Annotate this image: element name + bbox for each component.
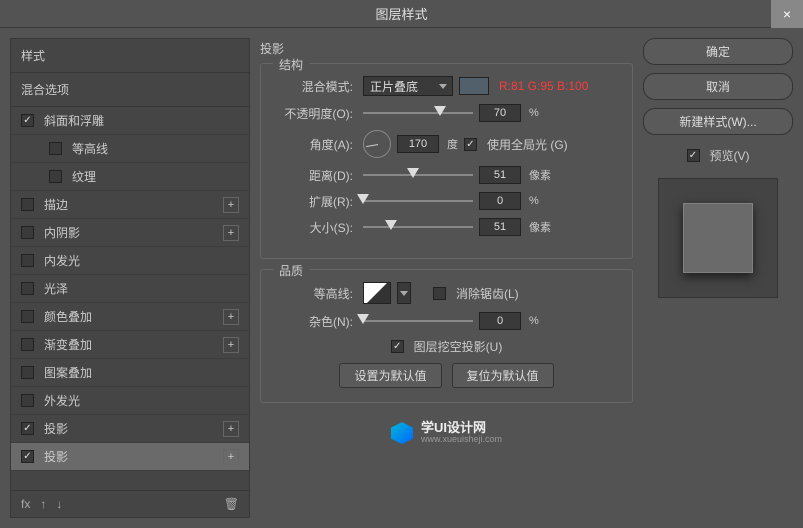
- cancel-button[interactable]: 取消: [643, 73, 793, 100]
- plus-icon[interactable]: +: [223, 449, 239, 465]
- plus-icon[interactable]: +: [223, 309, 239, 325]
- arrow-up-icon[interactable]: ↑: [40, 497, 46, 511]
- action-panel: 确定 取消 新建样式(W)... 预览(V): [643, 38, 793, 518]
- antialias-label: 消除锯齿(L): [456, 285, 519, 302]
- settings-panel: 投影 结构 混合模式: 正片叠底 R:81 G:95 B:100 不透明度(O)…: [260, 38, 633, 518]
- distance-slider[interactable]: [363, 167, 473, 183]
- dialog-title: 图层样式: [375, 4, 427, 23]
- global-light-label: 使用全局光 (G): [487, 136, 568, 153]
- style-item-bevel[interactable]: 斜面和浮雕: [11, 107, 249, 135]
- checkbox-icon[interactable]: [21, 226, 34, 239]
- distance-input[interactable]: [479, 166, 521, 184]
- opacity-input[interactable]: [479, 104, 521, 122]
- style-item-contour[interactable]: 等高线: [11, 135, 249, 163]
- preview-checkbox[interactable]: [687, 149, 700, 162]
- make-default-button[interactable]: 设置为默认值: [339, 363, 441, 388]
- styles-panel: 样式 混合选项 斜面和浮雕 等高线 纹理 描边+ 内阴影+ 内发光 光泽 颜色叠…: [10, 38, 250, 518]
- structure-group: 结构 混合模式: 正片叠底 R:81 G:95 B:100 不透明度(O): %…: [260, 63, 633, 259]
- layer-style-dialog: 图层样式 × 样式 混合选项 斜面和浮雕 等高线 纹理 描边+ 内阴影+ 内发光…: [0, 0, 803, 528]
- color-readout: R:81 G:95 B:100: [499, 79, 588, 93]
- checkbox-icon[interactable]: [21, 254, 34, 267]
- styles-header[interactable]: 样式: [11, 39, 249, 73]
- opacity-slider[interactable]: [363, 105, 473, 121]
- watermark: 学UI设计网 www.xueuisheji.com: [260, 421, 633, 445]
- checkbox-icon[interactable]: [21, 198, 34, 211]
- blend-mode-dropdown[interactable]: 正片叠底: [363, 76, 453, 96]
- style-item-drop-shadow-2[interactable]: 投影+: [11, 443, 249, 471]
- trash-icon[interactable]: 🗑: [224, 497, 239, 511]
- watermark-logo-icon: [391, 422, 413, 444]
- angle-dial[interactable]: [363, 130, 391, 158]
- plus-icon[interactable]: +: [223, 421, 239, 437]
- style-item-texture[interactable]: 纹理: [11, 163, 249, 191]
- plus-icon[interactable]: +: [223, 225, 239, 241]
- checkbox-icon[interactable]: [49, 170, 62, 183]
- angle-label: 角度(A):: [275, 136, 353, 153]
- spread-input[interactable]: [479, 192, 521, 210]
- size-input[interactable]: [479, 218, 521, 236]
- style-item-gradient-overlay[interactable]: 渐变叠加+: [11, 331, 249, 359]
- plus-icon[interactable]: +: [223, 197, 239, 213]
- spread-label: 扩展(R):: [275, 193, 353, 210]
- checkbox-icon[interactable]: [21, 422, 34, 435]
- checkbox-icon[interactable]: [49, 142, 62, 155]
- preview-label: 预览(V): [710, 147, 750, 164]
- structure-legend: 结构: [273, 56, 309, 73]
- noise-slider[interactable]: [363, 313, 473, 329]
- ok-button[interactable]: 确定: [643, 38, 793, 65]
- styles-footer: fx ↑ ↓ 🗑: [11, 490, 249, 517]
- plus-icon[interactable]: +: [223, 337, 239, 353]
- size-label: 大小(S):: [275, 219, 353, 236]
- contour-label: 等高线:: [275, 285, 353, 302]
- style-item-pattern-overlay[interactable]: 图案叠加: [11, 359, 249, 387]
- preview-thumbnail: [683, 203, 753, 273]
- opacity-label: 不透明度(O):: [275, 105, 353, 122]
- panel-title: 投影: [260, 38, 633, 63]
- style-list: 斜面和浮雕 等高线 纹理 描边+ 内阴影+ 内发光 光泽 颜色叠加+ 渐变叠加+…: [11, 107, 249, 490]
- style-item-color-overlay[interactable]: 颜色叠加+: [11, 303, 249, 331]
- close-button[interactable]: ×: [771, 0, 803, 28]
- checkbox-icon[interactable]: [21, 366, 34, 379]
- checkbox-icon[interactable]: [21, 450, 34, 463]
- style-item-satin[interactable]: 光泽: [11, 275, 249, 303]
- style-item-outer-glow[interactable]: 外发光: [11, 387, 249, 415]
- checkbox-icon[interactable]: [21, 282, 34, 295]
- titlebar: 图层样式 ×: [0, 0, 803, 28]
- size-slider[interactable]: [363, 219, 473, 235]
- style-item-inner-glow[interactable]: 内发光: [11, 247, 249, 275]
- knockout-checkbox[interactable]: [391, 340, 404, 353]
- blend-mode-label: 混合模式:: [275, 78, 353, 95]
- checkbox-icon[interactable]: [21, 114, 34, 127]
- style-item-inner-shadow[interactable]: 内阴影+: [11, 219, 249, 247]
- checkbox-icon[interactable]: [21, 310, 34, 323]
- new-style-button[interactable]: 新建样式(W)...: [643, 108, 793, 135]
- checkbox-icon[interactable]: [21, 338, 34, 351]
- spread-slider[interactable]: [363, 193, 473, 209]
- reset-default-button[interactable]: 复位为默认值: [452, 363, 554, 388]
- angle-input[interactable]: [397, 135, 439, 153]
- style-item-drop-shadow-1[interactable]: 投影+: [11, 415, 249, 443]
- knockout-label: 图层挖空投影(U): [414, 338, 503, 355]
- checkbox-icon[interactable]: [21, 394, 34, 407]
- contour-picker[interactable]: [363, 282, 391, 304]
- distance-label: 距离(D):: [275, 167, 353, 184]
- dialog-body: 样式 混合选项 斜面和浮雕 等高线 纹理 描边+ 内阴影+ 内发光 光泽 颜色叠…: [0, 28, 803, 528]
- preview-box: [658, 178, 778, 298]
- color-swatch[interactable]: [459, 77, 489, 95]
- contour-dropdown-icon[interactable]: [397, 282, 411, 304]
- arrow-down-icon[interactable]: ↓: [56, 497, 62, 511]
- quality-group: 品质 等高线: 消除锯齿(L) 杂色(N): % 图层挖: [260, 269, 633, 403]
- style-item-stroke[interactable]: 描边+: [11, 191, 249, 219]
- noise-input[interactable]: [479, 312, 521, 330]
- antialias-checkbox[interactable]: [433, 287, 446, 300]
- quality-legend: 品质: [273, 262, 309, 279]
- blending-options-header[interactable]: 混合选项: [11, 73, 249, 107]
- global-light-checkbox[interactable]: [464, 138, 477, 151]
- noise-label: 杂色(N):: [275, 313, 353, 330]
- fx-menu-icon[interactable]: fx: [21, 497, 30, 511]
